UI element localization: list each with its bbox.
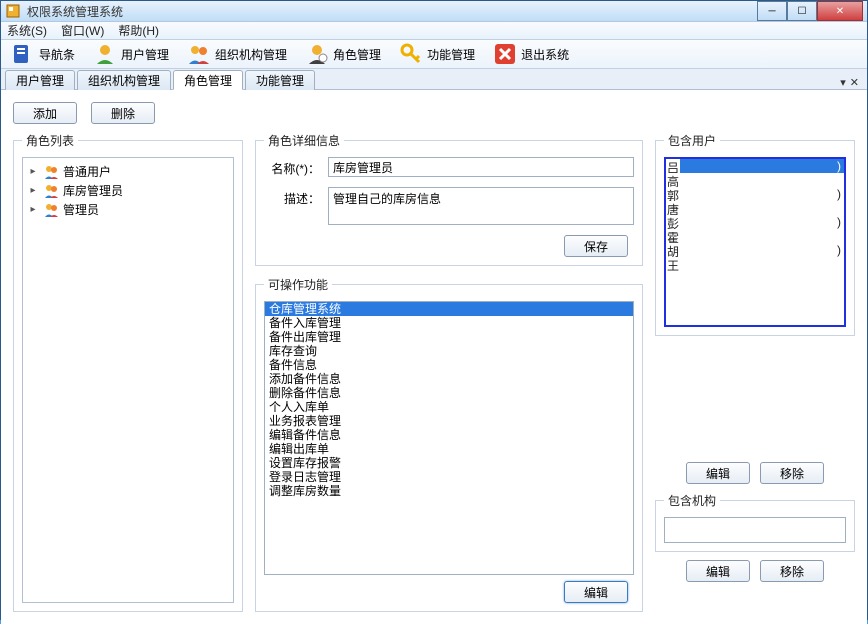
tool-label: 角色管理 <box>333 46 381 63</box>
tab-dropdown-icon[interactable]: ▾ <box>840 76 846 89</box>
tree-node[interactable]: ▸ 库房管理员 <box>27 181 229 200</box>
ops-legend: 可操作功能 <box>264 276 332 293</box>
list-item[interactable]: 个人入库单 <box>265 400 633 414</box>
name-input[interactable] <box>328 157 634 177</box>
tool-nav[interactable]: 导航条 <box>7 40 79 68</box>
role-tree[interactable]: ▸ 普通用户 ▸ 库房管理员 ▸ 管理员 <box>22 157 234 603</box>
list-item[interactable]: 仓库管理系统 <box>265 302 633 316</box>
tool-role[interactable]: 角色管理 <box>301 40 385 68</box>
add-button[interactable]: 添加 <box>13 102 77 124</box>
tool-org[interactable]: 组织机构管理 <box>183 40 291 68</box>
app-icon <box>5 3 21 19</box>
list-item[interactable]: 删除备件信息 <box>265 386 633 400</box>
name-label: 名称(*)： <box>264 157 328 177</box>
rolelist-legend: 角色列表 <box>22 132 78 149</box>
user-row[interactable]: 吕) <box>666 159 844 173</box>
tab-user-mgmt[interactable]: 用户管理 <box>5 70 75 90</box>
titlebar: 权限系统管理系统 ─ ☐ ✕ <box>1 1 867 22</box>
org-listbox[interactable] <box>664 517 846 543</box>
toolbar: 导航条 用户管理 组织机构管理 角色管理 功能管理 退出系统 <box>1 40 867 69</box>
list-item[interactable]: 编辑出库单 <box>265 442 633 456</box>
tree-label: 管理员 <box>63 201 99 218</box>
detail-legend: 角色详细信息 <box>264 132 344 149</box>
users-icon <box>43 164 59 180</box>
tabstrip: 用户管理 组织机构管理 角色管理 功能管理 ▾ ✕ <box>1 69 867 90</box>
menu-help[interactable]: 帮助(H) <box>118 22 159 39</box>
tool-user[interactable]: 用户管理 <box>89 40 173 68</box>
exit-icon <box>493 42 517 66</box>
users-icon <box>187 42 211 66</box>
tab-func-mgmt[interactable]: 功能管理 <box>245 70 315 90</box>
list-item[interactable]: 登录日志管理 <box>265 470 633 484</box>
org-edit-button[interactable]: 编辑 <box>686 560 750 582</box>
list-item[interactable]: 备件入库管理 <box>265 316 633 330</box>
tool-exit[interactable]: 退出系统 <box>489 40 573 68</box>
tree-node[interactable]: ▸ 普通用户 <box>27 162 229 181</box>
list-item[interactable]: 库存查询 <box>265 344 633 358</box>
twisty-icon[interactable]: ▸ <box>27 166 39 177</box>
user-row[interactable]: 郭) <box>666 187 844 201</box>
desc-label: 描述： <box>264 187 328 207</box>
key-icon <box>399 42 423 66</box>
book-icon <box>11 42 35 66</box>
list-item[interactable]: 备件信息 <box>265 358 633 372</box>
menu-system[interactable]: 系统(S) <box>7 22 47 39</box>
ops-edit-button[interactable]: 编辑 <box>564 581 628 603</box>
tree-label: 库房管理员 <box>63 182 123 199</box>
window-title: 权限系统管理系统 <box>27 3 757 20</box>
menubar: 系统(S) 窗口(W) 帮助(H) <box>1 22 867 40</box>
users-legend: 包含用户 <box>664 132 720 149</box>
tool-func[interactable]: 功能管理 <box>395 40 479 68</box>
tool-label: 功能管理 <box>427 46 475 63</box>
twisty-icon[interactable]: ▸ <box>27 204 39 215</box>
close-button[interactable]: ✕ <box>817 1 863 21</box>
user-icon <box>93 42 117 66</box>
tree-label: 普通用户 <box>63 163 111 180</box>
user-row[interactable]: 胡) <box>666 243 844 257</box>
ops-listbox[interactable]: 仓库管理系统备件入库管理备件出库管理库存查询备件信息添加备件信息删除备件信息个人… <box>264 301 634 575</box>
org-legend: 包含机构 <box>664 492 720 509</box>
user-row[interactable]: 王 <box>666 257 844 271</box>
org-remove-button[interactable]: 移除 <box>760 560 824 582</box>
list-item[interactable]: 设置库存报警 <box>265 456 633 470</box>
users-icon <box>43 202 59 218</box>
save-button[interactable]: 保存 <box>564 235 628 257</box>
list-item[interactable]: 业务报表管理 <box>265 414 633 428</box>
desc-textarea[interactable] <box>328 187 634 225</box>
tool-label: 导航条 <box>39 46 75 63</box>
user-row[interactable]: 唐 <box>666 201 844 215</box>
user-row[interactable]: 高 <box>666 173 844 187</box>
list-item[interactable]: 添加备件信息 <box>265 372 633 386</box>
main-window: 权限系统管理系统 ─ ☐ ✕ 系统(S) 窗口(W) 帮助(H) 导航条 用户管… <box>0 0 868 620</box>
content-area: 添加 删除 角色列表 ▸ 普通用户 ▸ <box>1 90 867 624</box>
tool-label: 退出系统 <box>521 46 569 63</box>
tree-node[interactable]: ▸ 管理员 <box>27 200 229 219</box>
user-row[interactable]: 霍 <box>666 229 844 243</box>
users-edit-button[interactable]: 编辑 <box>686 462 750 484</box>
tab-close-icon[interactable]: ✕ <box>850 76 859 89</box>
minimize-button[interactable]: ─ <box>757 1 787 21</box>
user-row[interactable]: 彭) <box>666 215 844 229</box>
tool-label: 组织机构管理 <box>215 46 287 63</box>
users-icon <box>43 183 59 199</box>
twisty-icon[interactable]: ▸ <box>27 185 39 196</box>
maximize-button[interactable]: ☐ <box>787 1 817 21</box>
tool-label: 用户管理 <box>121 46 169 63</box>
list-item[interactable]: 备件出库管理 <box>265 330 633 344</box>
menu-window[interactable]: 窗口(W) <box>61 22 104 39</box>
list-item[interactable]: 编辑备件信息 <box>265 428 633 442</box>
users-listbox[interactable]: 吕)高郭)唐彭)霍胡)王 <box>664 157 846 327</box>
delete-button[interactable]: 删除 <box>91 102 155 124</box>
tab-role-mgmt[interactable]: 角色管理 <box>173 70 243 90</box>
list-item[interactable]: 调整库房数量 <box>265 484 633 498</box>
role-icon <box>305 42 329 66</box>
tab-org-mgmt[interactable]: 组织机构管理 <box>77 70 171 90</box>
users-remove-button[interactable]: 移除 <box>760 462 824 484</box>
